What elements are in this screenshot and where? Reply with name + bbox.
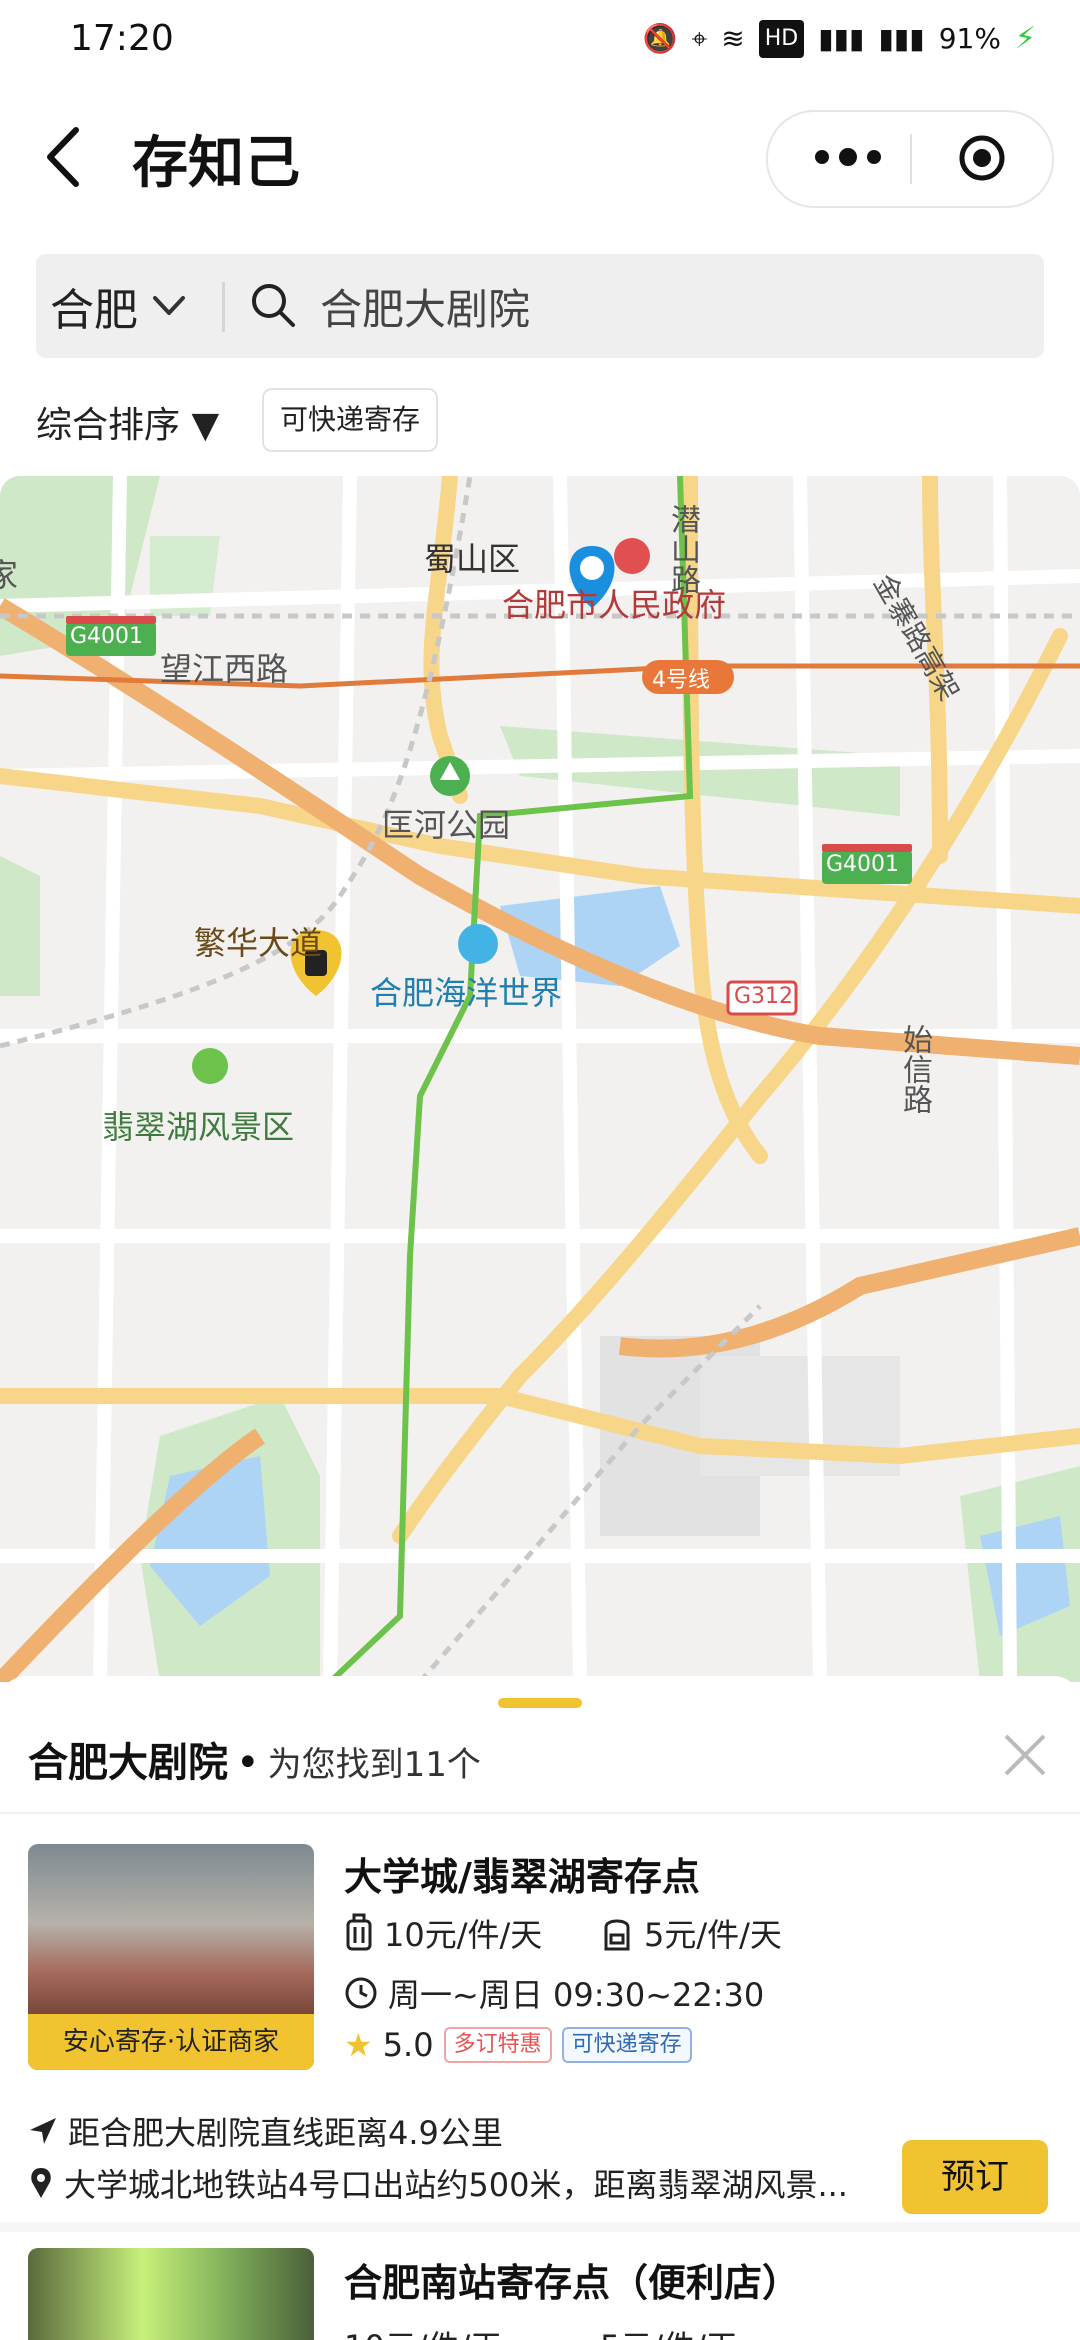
city-label: 合肥	[50, 285, 138, 336]
location-pin-icon	[31, 2168, 51, 2198]
luggage-price-text: 10元/件/天	[344, 2322, 502, 2340]
map-label: 望江西路	[160, 650, 289, 688]
backpack-icon	[604, 1919, 630, 1951]
hd-icon: HD	[758, 20, 805, 58]
highway-label: G4001	[826, 852, 900, 877]
store-photo	[28, 2248, 314, 2340]
search-divider	[222, 282, 225, 332]
highway-label: G4001	[70, 624, 144, 649]
signal-4g-2-icon: ▮▮▮	[878, 22, 925, 55]
charging-icon: ⚡	[1014, 21, 1036, 56]
results-header: 合肥大剧院 • 为您找到11个	[28, 1730, 481, 1788]
luggage-price-text: 10元/件/天	[384, 1916, 543, 1954]
status-time: 17:20	[70, 18, 174, 59]
results-dot: •	[236, 1740, 260, 1786]
nav-bar: 存知己	[0, 100, 1080, 220]
luggage-icon	[346, 1913, 372, 1951]
express-tag: 可快递寄存	[561, 2027, 692, 2063]
sort-dropdown[interactable]: 综合排序 ▼	[36, 396, 219, 448]
clock-icon	[345, 1977, 377, 2009]
luggage-price: 10元/件/天	[344, 1910, 542, 1956]
map-label: 翡翠湖风景区	[102, 1108, 295, 1146]
search-icon	[252, 284, 295, 327]
search-input[interactable]: 合肥大剧院	[320, 276, 530, 337]
map-label: 始信路	[897, 1024, 932, 1114]
divider	[0, 1812, 1080, 1814]
express-storage-filter[interactable]: 可快递寄存	[262, 388, 439, 452]
close-icon[interactable]	[1000, 1730, 1050, 1780]
sheet-handle[interactable]	[498, 1698, 582, 1708]
address-row: 大学城北地铁站4号口出站约500米，距离翡翠湖风景...	[28, 2160, 878, 2206]
opening-hours: 周一~周日 09:30~22:30	[344, 1970, 764, 2016]
metro-line-label: 4号线	[652, 668, 710, 693]
store-title: 合肥南站寄存点（便利店）	[344, 2261, 801, 2305]
more-icon[interactable]	[808, 132, 888, 182]
results-count: 为您找到11个	[267, 1745, 481, 1785]
back-icon[interactable]	[38, 122, 98, 192]
page-title: 存知己	[132, 131, 300, 196]
star-icon: ★	[344, 2026, 373, 2064]
map-label: 匡河公园	[382, 806, 511, 844]
wifi-icon: ≋	[721, 22, 745, 55]
close-miniprogram-icon[interactable]	[958, 134, 1006, 182]
bag-price-text: 5元/件/天	[644, 1916, 782, 1954]
map-label: 合肥海洋世界	[370, 974, 563, 1012]
map-label: 蜀山区	[424, 540, 521, 578]
luggage-price: 10元/件/天	[344, 2322, 502, 2340]
rating-row: ★ 5.0 多订特惠 可快递寄存	[344, 2026, 692, 2064]
storage-card[interactable]: 安心寄存·认证商家 大学城/翡翠湖寄存点 10元/件/天 5元/件/天 周一~周…	[0, 1844, 1080, 2224]
bag-price-text: 5元/件/天	[600, 2322, 738, 2340]
status-bar: 17:20 🔕 ⌖ ≋ HD ▮▮▮ ▮▮▮ 91% ⚡	[0, 0, 1080, 80]
card-divider	[0, 2222, 1080, 2232]
rating-value: 5.0	[382, 2026, 434, 2064]
results-place: 合肥大剧院	[28, 1740, 228, 1786]
map-view[interactable]: 蜀山区 望江西路 潜山路 合肥市人民政府 G4001 4号线 金寨路高架 匡河公…	[0, 476, 1080, 1682]
results-sheet: 合肥大剧院 • 为您找到11个 安心寄存·认证商家 大学城/翡翠湖寄存点 10元/件…	[0, 1676, 1080, 2340]
store-title: 大学城/翡翠湖寄存点	[344, 1855, 700, 1899]
status-icons: 🔕 ⌖ ≋ HD ▮▮▮ ▮▮▮ 91% ⚡	[643, 20, 1036, 58]
distance-text: 距合肥大剧院直线距离4.9公里	[68, 2114, 503, 2152]
filter-bar: 综合排序 ▼ 可快递寄存	[0, 380, 1080, 464]
distance-row: 距合肥大剧院直线距离4.9公里	[28, 2108, 503, 2154]
hours-text: 周一~周日 09:30~22:30	[388, 1976, 765, 2014]
navigation-icon	[30, 2118, 56, 2144]
map-label: 繁华大道	[194, 924, 323, 962]
storage-card[interactable]: 合肥南站寄存点（便利店） 10元/件/天 5元/件/天	[0, 2248, 1080, 2340]
bag-price: 5元/件/天	[600, 1910, 782, 1956]
address-text: 大学城北地铁站4号口出站约500米，距离翡翠湖风景...	[64, 2166, 848, 2204]
highway-label: G312	[734, 984, 794, 1009]
book-button[interactable]: 预订	[902, 2140, 1048, 2214]
battery-percent: 91%	[938, 22, 1001, 55]
map-label: 合肥市人民政府	[502, 586, 727, 624]
bag-price: 5元/件/天	[600, 2322, 738, 2340]
map-label: 家	[0, 556, 19, 594]
discount-tag: 多订特惠	[443, 2027, 552, 2063]
capsule-divider	[910, 134, 912, 184]
signal-4g-icon: ▮▮▮	[818, 22, 865, 55]
certified-badge: 安心寄存·认证商家	[28, 2014, 314, 2070]
location-icon: ⌖	[691, 22, 708, 55]
search-bar: 合肥 合肥大剧院	[36, 254, 1044, 358]
store-photo: 安心寄存·认证商家	[28, 1844, 314, 2070]
city-selector[interactable]: 合肥	[50, 274, 186, 338]
mini-program-capsule	[766, 110, 1054, 208]
chevron-down-icon	[153, 296, 185, 315]
mute-icon: 🔕	[642, 22, 678, 55]
